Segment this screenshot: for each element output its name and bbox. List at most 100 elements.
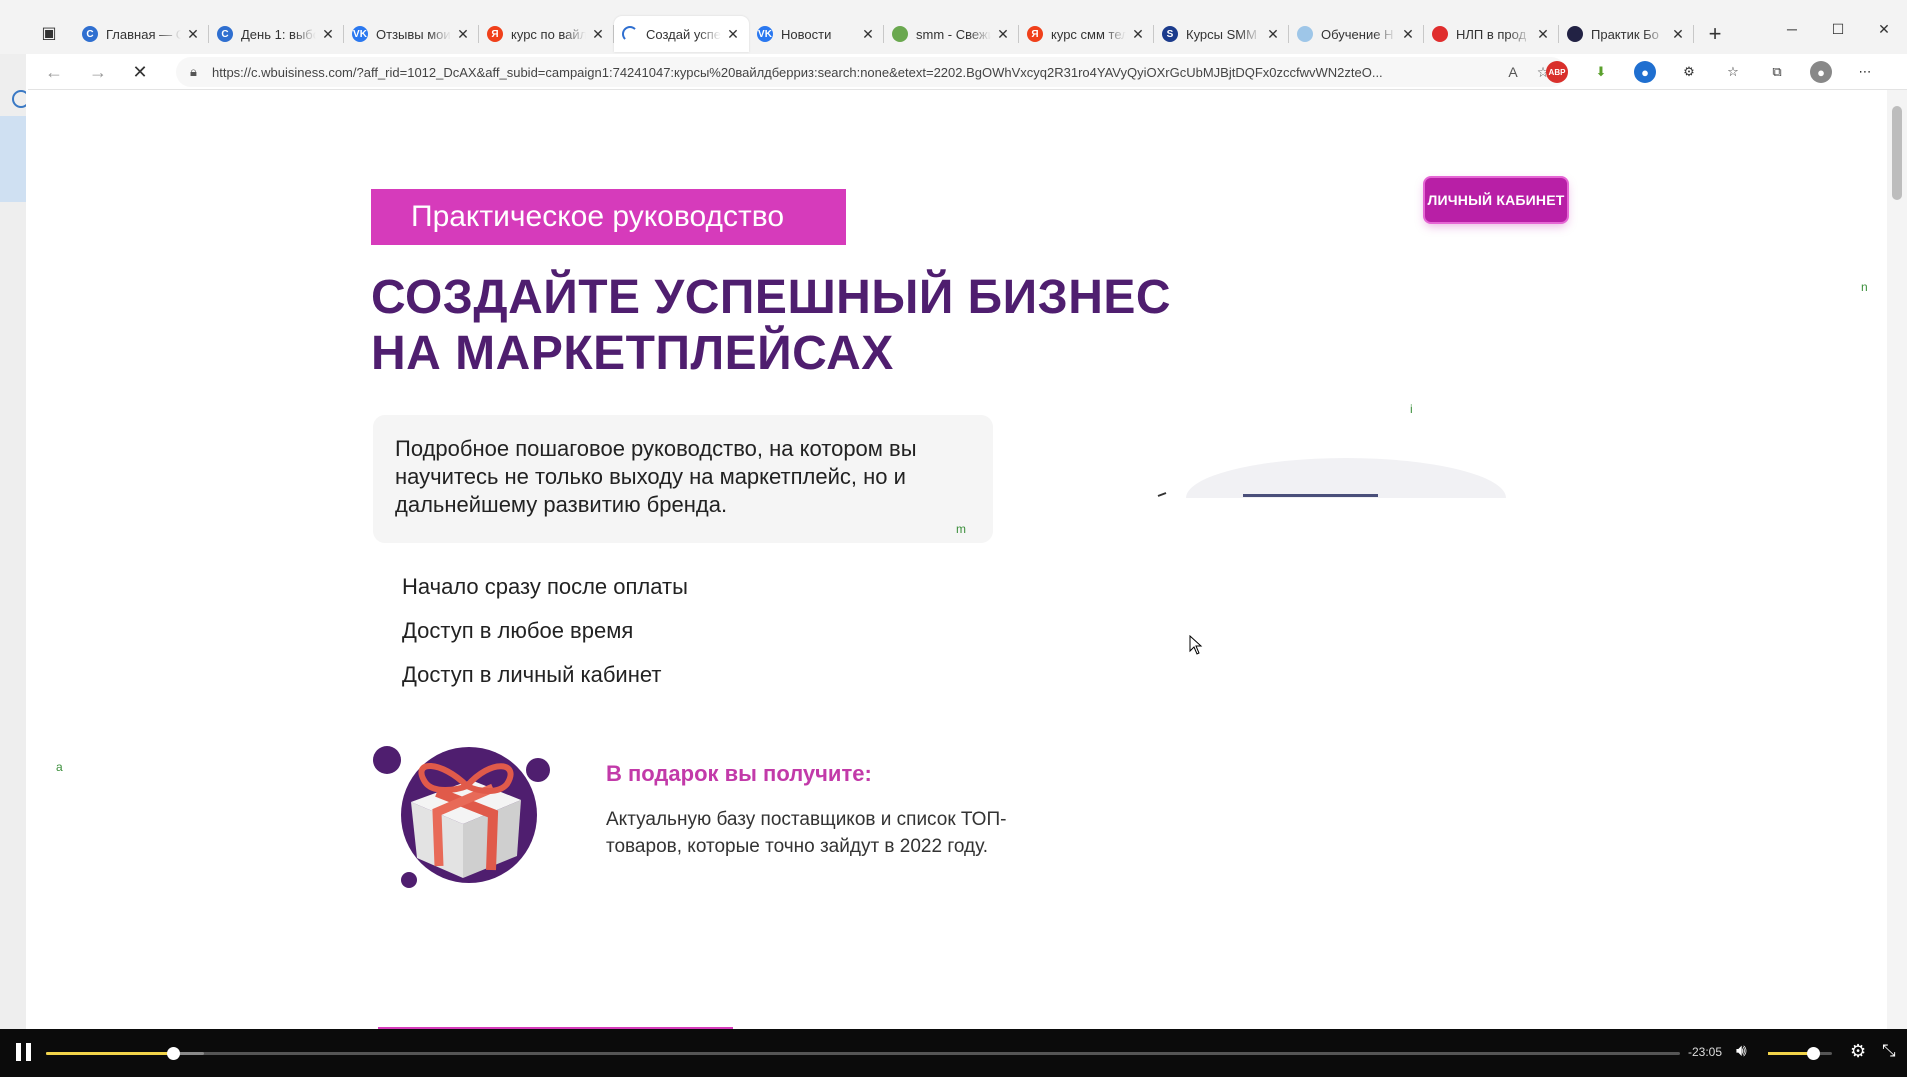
- guide-badge: Практическое руководство: [371, 189, 846, 245]
- personal-cabinet-button[interactable]: ЛИЧНЫЙ КАБИНЕТ: [1425, 178, 1567, 222]
- stray-letter: i: [1410, 402, 1413, 416]
- seek-handle[interactable]: [167, 1047, 181, 1060]
- vk-icon: VK: [352, 26, 368, 42]
- volume-handle[interactable]: [1806, 1047, 1820, 1060]
- close-tab-icon[interactable]: ✕: [1130, 26, 1146, 43]
- forward-icon[interactable]: →: [84, 60, 112, 84]
- gift-image: [373, 746, 550, 888]
- gift-title: В подарок вы получите:: [606, 761, 872, 786]
- yandex-icon: Я: [487, 26, 503, 42]
- description-box: Подробное пошаговое руководство, на кото…: [373, 415, 993, 543]
- browser-toolbar: ← → ✕ 🔒︎ https://c.wbuisiness.com/?aff_r…: [28, 54, 1907, 90]
- browser-tab[interactable]: Обучение Н ✕: [1289, 16, 1424, 52]
- close-tab-icon[interactable]: ✕: [995, 26, 1011, 43]
- seek-bar[interactable]: [46, 1047, 1680, 1060]
- tab-title: Курсы SMM: [1186, 26, 1257, 42]
- feature-item: Начало сразу после оплаты: [402, 574, 688, 599]
- exit-fullscreen-icon[interactable]: ⤡: [1882, 1041, 1896, 1061]
- page-title: СОЗДАЙТЕ УСПЕШНЫЙ БИЗНЕС НА МАРКЕТПЛЕЙСА…: [371, 270, 1271, 382]
- url-text[interactable]: https://c.wbuisiness.com/?aff_rid=1012_D…: [212, 65, 1494, 80]
- feature-item: Доступ в любое время: [402, 618, 634, 643]
- tab-separator: [1693, 25, 1694, 43]
- c-circle-icon: C: [217, 26, 233, 42]
- red-bird-icon: [1432, 26, 1448, 42]
- close-tab-icon[interactable]: ✕: [1400, 26, 1416, 43]
- feature-item: Доступ в личный кабинет: [402, 662, 662, 687]
- close-tab-icon[interactable]: ✕: [725, 26, 741, 43]
- page-title-line-2: НА МАРКЕТПЛЕЙСАХ: [371, 327, 894, 380]
- adblock-icon[interactable]: ABP: [1546, 61, 1568, 83]
- scrollbar-thumb[interactable]: [1892, 106, 1902, 200]
- played-bar: [46, 1052, 174, 1055]
- close-tab-icon[interactable]: ✕: [1535, 26, 1551, 43]
- tab-actions-icon[interactable]: ▣: [36, 20, 62, 46]
- browser-tab[interactable]: Якурс смм теле✕: [1019, 16, 1154, 52]
- skillbox-icon: S: [1162, 26, 1178, 42]
- tab-title: День 1: выбор ниши: [241, 26, 316, 42]
- page-scrollbar[interactable]: [1887, 90, 1907, 1029]
- close-tab-icon[interactable]: ✕: [1670, 26, 1686, 43]
- volume-slider[interactable]: [1768, 1047, 1832, 1060]
- lock-icon[interactable]: 🔒︎: [190, 64, 197, 80]
- pause-icon[interactable]: [16, 1043, 36, 1063]
- settings-gear-icon[interactable]: ⚙: [1850, 1041, 1866, 1062]
- browser-tab[interactable]: C День 1: выбор ниши✕: [209, 16, 344, 52]
- read-aloud-icon[interactable]: A: [1502, 64, 1524, 80]
- address-bar[interactable]: 🔒︎ https://c.wbuisiness.com/?aff_rid=101…: [176, 57, 1566, 87]
- profile-avatar[interactable]: ●: [1810, 61, 1832, 83]
- tab-title: Практик Бо: [1591, 26, 1659, 42]
- browser-tab[interactable]: VK Отзывы мои ✕: [344, 16, 479, 52]
- tab-title: курс по вайлдберриз: [511, 26, 586, 42]
- mouse-cursor-icon: [1189, 635, 1203, 655]
- browser-tab[interactable]: Якурс по вайлдберриз✕: [479, 16, 614, 52]
- stray-letter: a: [56, 760, 63, 774]
- maximize-icon[interactable]: ☐: [1815, 14, 1861, 44]
- page-icon: [1297, 26, 1313, 42]
- browser-tab[interactable]: Практик Бо ✕: [1559, 16, 1694, 52]
- volume-icon[interactable]: 🔊︎: [1736, 1041, 1747, 1061]
- more-menu-icon[interactable]: ⋯: [1854, 61, 1876, 83]
- tab-title: smm - Свежие: [916, 26, 991, 42]
- features-list: Начало сразу после оплаты Доступ в любое …: [402, 565, 688, 697]
- browser-tab[interactable]: VK Новости ✕: [749, 16, 884, 52]
- tab-title: Новости: [781, 26, 832, 42]
- page-viewport: Практическое руководство ЛИЧНЫЙ КАБИНЕТ …: [26, 90, 1887, 1029]
- browser-extension-icon[interactable]: ●: [1634, 61, 1656, 83]
- video-player-controls: -23:05 🔊︎ ⚙ ⤡: [0, 1029, 1907, 1077]
- stray-letter: m: [956, 522, 966, 536]
- close-tab-icon[interactable]: ✕: [590, 26, 606, 43]
- browser-tab[interactable]: НЛП в прод ✕: [1424, 16, 1559, 52]
- tab-strip: CГлавная — Скиллбокс✕CДень 1: выбор ниши…: [74, 16, 1730, 52]
- close-window-icon[interactable]: ✕: [1861, 14, 1907, 44]
- browser-tab[interactable]: S Курсы SMM ✕: [1154, 16, 1289, 52]
- close-tab-icon[interactable]: ✕: [860, 26, 876, 43]
- browser-tab-bar: ▣ CГлавная — Скиллбокс✕CДень 1: выбор ни…: [0, 0, 1907, 54]
- browser-tab[interactable]: C Главная — Скиллбокс✕: [74, 16, 209, 52]
- background-highlight: [0, 116, 26, 202]
- collections-icon[interactable]: ⧉: [1766, 61, 1788, 83]
- new-tab-button[interactable]: +: [1700, 16, 1730, 52]
- back-icon[interactable]: ←: [40, 60, 68, 84]
- vk-icon: VK: [757, 26, 773, 42]
- tab-title: НЛП в прод: [1456, 26, 1527, 42]
- tab-title: курс смм теле: [1051, 26, 1126, 42]
- time-remaining: -23:05: [1688, 1045, 1723, 1059]
- close-tab-icon[interactable]: ✕: [320, 26, 336, 43]
- c-circle-icon: C: [82, 26, 98, 42]
- loading-spinner-icon: [622, 26, 638, 42]
- browser-tab[interactable]: smm - Свежие✕: [884, 16, 1019, 52]
- tab-title: Обучение Н: [1321, 26, 1394, 42]
- close-tab-icon[interactable]: ✕: [1265, 26, 1281, 43]
- close-tab-icon[interactable]: ✕: [185, 26, 201, 43]
- extensions-icon[interactable]: ⚙: [1678, 61, 1700, 83]
- browser-tab[interactable]: Создай успешный✕: [614, 16, 749, 52]
- yandex-icon: Я: [1027, 26, 1043, 42]
- stop-loading-icon[interactable]: ✕: [126, 60, 154, 84]
- tab-title: Отзывы мои: [376, 26, 451, 42]
- loading-image-placeholder: [1157, 458, 1506, 498]
- stray-letter: n: [1861, 280, 1868, 294]
- favorites-icon[interactable]: ☆: [1722, 61, 1744, 83]
- close-tab-icon[interactable]: ✕: [455, 26, 471, 43]
- minimize-icon[interactable]: ─: [1769, 14, 1815, 44]
- download-extension-icon[interactable]: ⬇: [1590, 61, 1612, 83]
